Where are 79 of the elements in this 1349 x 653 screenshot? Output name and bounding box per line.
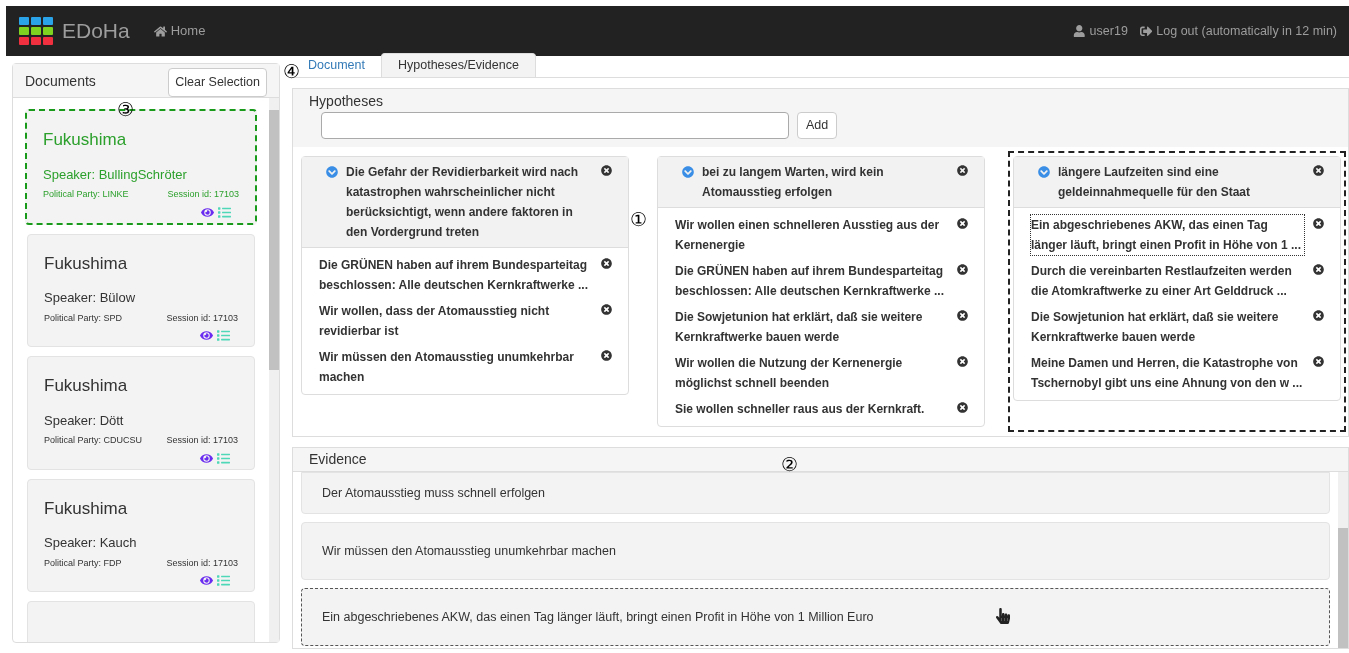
- evidence-link[interactable]: Sie wollen schneller raus aus der Kernkraft.: [674, 398, 949, 420]
- scrollbar[interactable]: [269, 98, 279, 642]
- hypothesis-title: bei zu langem Warten, wird kein Atomausstieg erfolgen: [702, 164, 885, 201]
- home-link[interactable]: Home: [153, 21, 206, 41]
- logout-icon: [1139, 24, 1153, 38]
- remove-icon[interactable]: [1313, 310, 1324, 321]
- pointer-cursor-icon: [995, 608, 1011, 624]
- speaker-label: Speaker: Kauch: [44, 534, 138, 552]
- chevron-down-icon[interactable]: [326, 166, 338, 178]
- evidence-link[interactable]: Wir müssen den Atomausstieg unumkehrbar machen: [318, 346, 593, 388]
- logo-icon: [18, 16, 54, 46]
- party-label: Political Party: LINKE: [43, 188, 129, 201]
- session-label: Session id: 17103: [166, 434, 238, 447]
- evidence-item[interactable]: Ein abgeschriebenes AKW, das einen Tag länger läuft, bringt einen Profit in Höhe von 1 Million Euro: [301, 588, 1330, 646]
- hypothesis-title: Die Gefahr der Revidierbarkeit wird nach katastrophen wahrscheinlicher nicht berücksichtigt, wenn andere faktoren in den Vordergrund treten: [346, 164, 580, 241]
- remove-icon[interactable]: [957, 218, 968, 229]
- chevron-down-icon[interactable]: [682, 166, 694, 178]
- evidence-link[interactable]: Die GRÜNEN haben auf ihrem Bundesparteitag beschlossen: Alle deutschen Kernkraftwerke ...: [674, 260, 949, 302]
- eye-icon[interactable]: [200, 329, 213, 342]
- add-button[interactable]: Add: [797, 112, 838, 139]
- eye-icon[interactable]: [200, 574, 213, 587]
- remove-icon[interactable]: [601, 304, 612, 315]
- logout-link[interactable]: Log out (automatically in 12 min): [1139, 21, 1337, 41]
- party-label: Political Party: CDUCSU: [44, 434, 143, 447]
- document-title: Fukushima: [44, 252, 129, 275]
- evidence-link[interactable]: Ein abgeschriebenes AKW, das einen Tag länger läuft, bringt einen Profit in Höhe von 1 ...: [1030, 214, 1305, 256]
- remove-icon[interactable]: [601, 350, 612, 361]
- user-link[interactable]: user19: [1073, 21, 1128, 41]
- remove-icon[interactable]: [1313, 264, 1324, 275]
- tab[interactable]: Hypotheses/Evidence: [381, 53, 536, 77]
- close-icon[interactable]: [1313, 165, 1324, 176]
- remove-icon[interactable]: [957, 264, 968, 275]
- section-title: Hypotheses: [293, 89, 1348, 112]
- remove-icon[interactable]: [1313, 218, 1324, 229]
- document-card[interactable]: Fukushima Speaker: Dött Political Party: CDUCSU Session id: 17103: [27, 356, 255, 470]
- home-icon: [153, 24, 167, 38]
- remove-icon[interactable]: [957, 310, 968, 321]
- annotation-marker: ④: [283, 60, 300, 84]
- chevron-down-icon[interactable]: [1038, 166, 1050, 178]
- hypothesis-field[interactable]: [321, 112, 789, 139]
- document-title: Fukushima: [44, 497, 129, 520]
- evidence-link[interactable]: Die Sowjetunion hat erklärt, daß sie weitere Kernkraftwerke bauen werde: [1030, 306, 1305, 348]
- evidence-item[interactable]: Wir müssen den Atomausstieg unumkehrbar machen: [301, 522, 1330, 580]
- close-icon[interactable]: [957, 165, 968, 176]
- close-icon[interactable]: [601, 165, 612, 176]
- document-title: Fukushima: [44, 375, 129, 397]
- eye-icon[interactable]: [201, 205, 214, 219]
- document-card[interactable]: Fukushima Speaker: Kauch Political Party: FDP Session id: 17103: [27, 478, 255, 592]
- brand-link[interactable]: EDoHa: [62, 15, 130, 47]
- evidence-item[interactable]: Der Atomausstieg muss schnell erfolgen: [301, 472, 1330, 514]
- remove-icon[interactable]: [601, 258, 612, 269]
- document-card[interactable]: Fukushima Speaker: Bülow Political Party: SPD Session id: 17103: [27, 233, 255, 347]
- session-label: Session id: 17103: [166, 556, 238, 570]
- evidence-link[interactable]: Die GRÜNEN haben auf ihrem Bundesparteitag beschlossen: Alle deutschen Kernkraftwerke ...: [318, 254, 593, 296]
- evidence-link[interactable]: Durch die vereinbarten Restlaufzeiten werden die Atomkraftwerke zu einer Art Gelddruck ...: [1030, 260, 1305, 302]
- session-label: Session id: 17103: [166, 311, 238, 325]
- evidence-link[interactable]: Wir wollen die Nutzung der Kernenergie möglichst schnell beenden: [674, 352, 949, 394]
- speaker-label: Speaker: BullingSchröter: [43, 165, 188, 184]
- user-icon: [1073, 24, 1086, 38]
- speaker-label: Speaker: Dött: [44, 411, 125, 430]
- speaker-label: Speaker: Bülow: [44, 289, 137, 307]
- clear-selection-button[interactable]: Clear Selection: [168, 68, 267, 97]
- remove-icon[interactable]: [957, 402, 968, 413]
- evidence-link[interactable]: Die Sowjetunion hat erklärt, daß sie weitere Kernkraftwerke bauen werde: [674, 306, 949, 348]
- evidence-link[interactable]: Wir wollen einen schnelleren Ausstieg aus der Kernenergie: [674, 214, 949, 256]
- remove-icon[interactable]: [1313, 356, 1324, 367]
- party-label: Political Party: SPD: [44, 311, 123, 325]
- evidence-link[interactable]: Meine Damen und Herren, die Katastrophe von Tschernobyl gibt uns eine Ahnung von den w ...: [1030, 352, 1305, 394]
- session-label: Session id: 17103: [167, 188, 239, 201]
- eye-icon[interactable]: [200, 451, 213, 465]
- evidence-link[interactable]: Wir wollen, dass der Atomausstieg nicht revidierbar ist: [318, 300, 593, 342]
- scrollbar[interactable]: [1338, 472, 1348, 648]
- remove-icon[interactable]: [957, 356, 968, 367]
- panel-title: Documents: [25, 72, 96, 91]
- section-title: Evidence: [309, 450, 367, 469]
- annotation-marker: ①: [630, 208, 647, 232]
- document-title: Fukushima: [43, 129, 128, 151]
- party-label: Political Party: FDP: [44, 556, 122, 570]
- hypothesis-title: längere Laufzeiten sind eine geldeinnahmequelle für den Staat: [1058, 164, 1252, 201]
